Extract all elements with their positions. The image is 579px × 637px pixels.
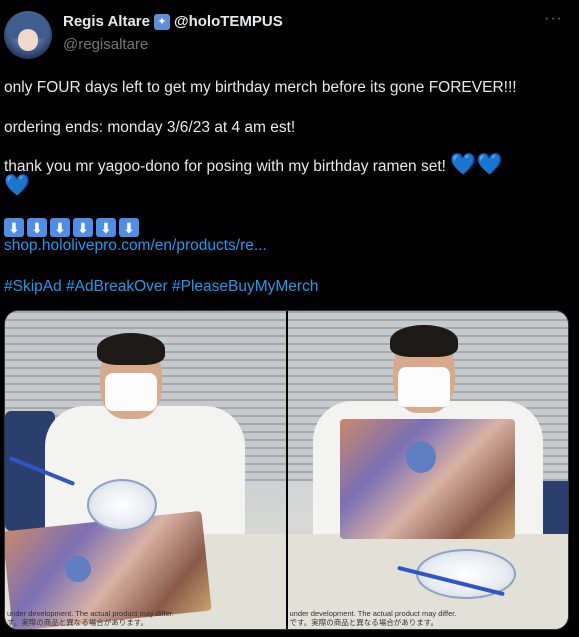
face-mask (105, 373, 157, 411)
author-display-name[interactable]: Regis Altare (63, 13, 150, 30)
affiliation-badge-icon: ✦ (153, 13, 170, 30)
blue-heart-emoji: 💙 (450, 153, 477, 176)
author-handle[interactable]: @regisaltare (63, 36, 148, 53)
author-affiliation[interactable]: @holoTEMPUS (174, 13, 283, 30)
photo-disclaimer: under development. The actual product ma… (289, 609, 457, 627)
tweet-heart-wrap: 💙 (4, 174, 31, 198)
down-arrow-icon: ⬇ (119, 218, 139, 237)
down-arrow-icon: ⬇ (73, 218, 93, 237)
merch-placemat-held (339, 419, 515, 539)
avatar-face (18, 29, 38, 51)
tweet-line: ordering ends: monday 3/6/23 at 4 am est… (4, 119, 296, 136)
placemat-character (405, 441, 436, 473)
down-arrow-icon: ⬇ (96, 218, 116, 237)
down-arrow-icon: ⬇ (4, 218, 24, 237)
blue-heart-emoji: 💙 (4, 174, 31, 197)
photo-disclaimer: under development. The actual product ma… (7, 609, 174, 627)
hashtags[interactable]: #SkipAd #AdBreakOver #PleaseBuyMyMerch (4, 277, 318, 297)
placemat-character (65, 556, 91, 582)
blue-heart-emoji: 💙 (476, 153, 503, 176)
merch-link[interactable]: shop.hololivepro.com/en/products/re... (4, 236, 267, 256)
down-arrow-icon: ⬇ (50, 218, 70, 237)
ramen-bowl (87, 479, 157, 531)
tweet-line: only FOUR days left to get my birthday m… (4, 79, 517, 96)
tweet-header: Regis Altare ✦ @holoTEMPUS @regisaltare … (0, 0, 579, 70)
more-options-icon[interactable]: ··· (544, 10, 563, 28)
down-arrow-row: ⬇ ⬇ ⬇ ⬇ ⬇ ⬇ (4, 218, 139, 237)
author-name-row: Regis Altare ✦ @holoTEMPUS (63, 13, 283, 30)
media-photo-left[interactable]: under development. The actual product ma… (5, 311, 286, 629)
tweet-line-with-hearts: thank you mr yagoo-dono for posing with … (4, 153, 503, 177)
person-hair (389, 325, 458, 357)
author-avatar[interactable] (4, 11, 52, 59)
tweet-line: thank you mr yagoo-dono for posing with … (4, 158, 446, 175)
face-mask (397, 367, 450, 407)
person-hair (97, 333, 165, 365)
media-photo-right[interactable]: under development. The actual product ma… (287, 311, 568, 629)
down-arrow-icon: ⬇ (27, 218, 47, 237)
tweet-media-grid: under development. The actual product ma… (4, 310, 569, 630)
